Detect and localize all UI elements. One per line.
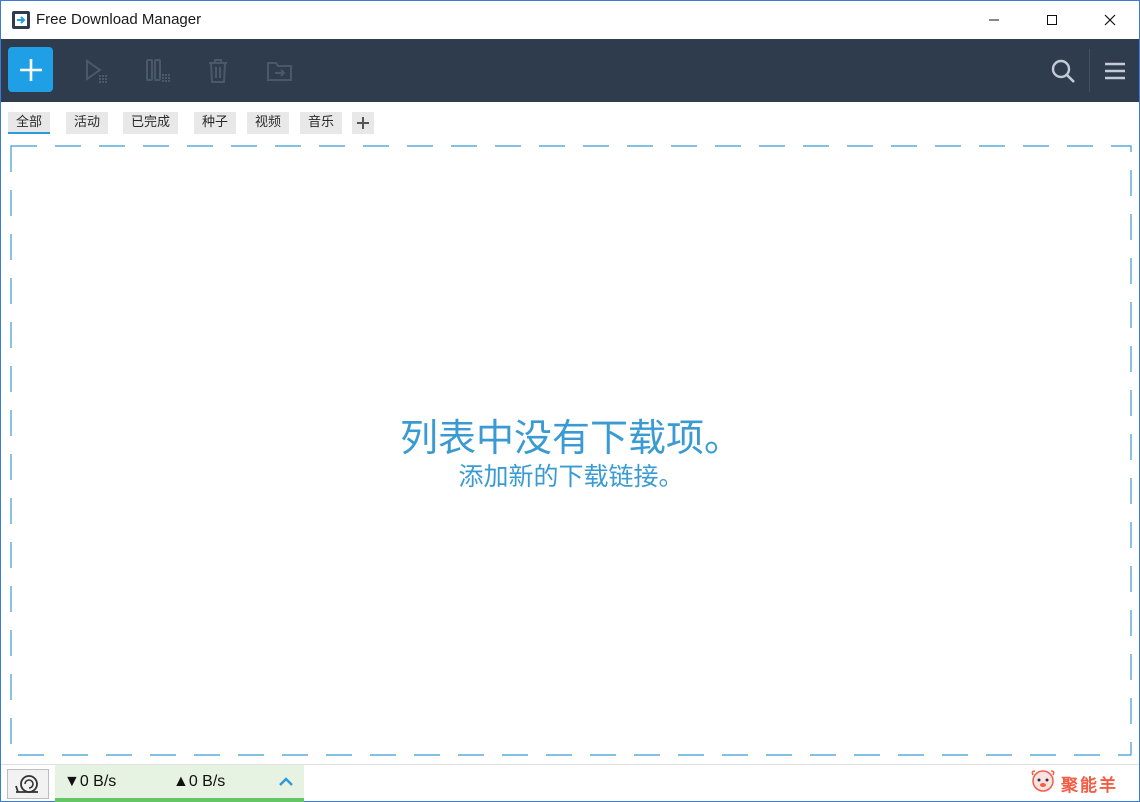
speed-limit-button[interactable] bbox=[7, 769, 49, 799]
toolbar bbox=[1, 39, 1139, 102]
title-bar[interactable]: Free Download Manager bbox=[1, 1, 1139, 39]
pause-grid-icon bbox=[146, 58, 170, 82]
add-download-button[interactable] bbox=[8, 47, 53, 92]
trash-icon bbox=[209, 58, 227, 83]
plus-icon bbox=[357, 117, 369, 129]
tab-video[interactable]: 视频 bbox=[247, 112, 290, 134]
download-speed: ▼0 B/s bbox=[64, 773, 117, 790]
app-window: Free Download Manager 全部 活动 已完成 种子 视频 音乐… bbox=[0, 0, 1140, 802]
sheep-logo-icon bbox=[1031, 770, 1055, 792]
tab-active[interactable]: 活动 bbox=[66, 112, 109, 134]
open-folder-button[interactable] bbox=[255, 39, 305, 102]
window-title: Free Download Manager bbox=[36, 11, 202, 28]
plus-icon bbox=[19, 58, 42, 81]
filter-tabs: 全部 活动 已完成 种子 视频 音乐 bbox=[1, 102, 1139, 142]
hamburger-icon bbox=[1105, 62, 1125, 79]
snail-icon bbox=[15, 775, 38, 793]
tab-all[interactable]: 全部 bbox=[8, 112, 51, 134]
status-bar: ▼0 B/s ▲0 B/s 聚能羊 bbox=[1, 764, 1139, 802]
search-icon bbox=[1051, 59, 1075, 83]
download-list-drop-area[interactable]: 列表中没有下载项。 添加新的下载链接。 bbox=[10, 145, 1132, 756]
app-logo-icon bbox=[12, 11, 30, 29]
close-icon bbox=[1104, 14, 1116, 26]
pause-button[interactable] bbox=[133, 39, 183, 102]
tab-torrents[interactable]: 种子 bbox=[194, 112, 237, 134]
empty-list-message: 列表中没有下载项。 bbox=[399, 416, 742, 460]
menu-button[interactable] bbox=[1090, 39, 1140, 102]
add-tab-button[interactable] bbox=[352, 112, 374, 134]
chevron-up-icon[interactable] bbox=[277, 775, 295, 789]
play-grid-icon bbox=[86, 58, 107, 83]
tab-completed[interactable]: 已完成 bbox=[123, 112, 179, 134]
minimize-icon bbox=[989, 19, 999, 21]
maximize-icon bbox=[1047, 15, 1057, 25]
minimize-button[interactable] bbox=[965, 1, 1023, 39]
folder-arrow-icon bbox=[267, 61, 292, 81]
delete-button[interactable] bbox=[193, 39, 243, 102]
add-new-download-hint: 添加新的下载链接。 bbox=[458, 462, 684, 491]
close-button[interactable] bbox=[1081, 1, 1139, 39]
speed-panel[interactable]: ▼0 B/s ▲0 B/s bbox=[55, 765, 304, 802]
watermark: 聚能羊 bbox=[1029, 765, 1133, 801]
upload-speed: ▲0 B/s bbox=[173, 773, 226, 790]
resume-button[interactable] bbox=[71, 39, 121, 102]
maximize-button[interactable] bbox=[1023, 1, 1081, 39]
search-button[interactable] bbox=[1038, 39, 1088, 102]
watermark-text: 聚能羊 bbox=[1061, 775, 1118, 796]
tab-music[interactable]: 音乐 bbox=[300, 112, 343, 134]
